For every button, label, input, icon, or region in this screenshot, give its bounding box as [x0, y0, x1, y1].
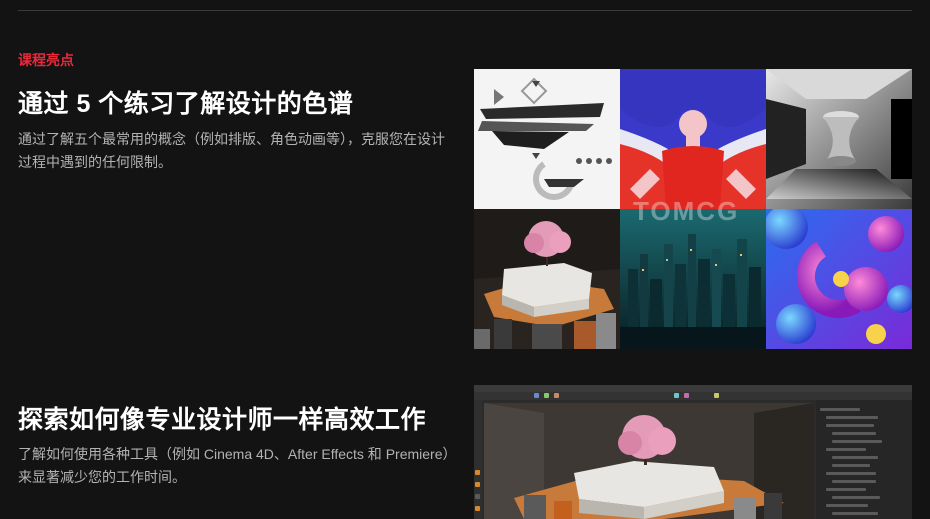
workflow-description: 了解如何使用各种工具（例如 Cinema 4D、After Effects 和 …: [18, 446, 457, 485]
watermark: TOMCG: [633, 196, 740, 226]
highlight-title: 通过 5 个练习了解设计的色谱: [18, 90, 354, 118]
artwork-figure-illustration: [620, 69, 766, 209]
software-screenshot: [474, 385, 912, 519]
top-divider: [18, 10, 912, 11]
app-menubar: [474, 385, 912, 392]
artwork-3d-spheres: [766, 209, 912, 349]
highlight-description: 通过了解五个最常用的概念（例如排版、角色动画等），克服您在设计过程中遇到的任何限…: [18, 131, 445, 170]
workflow-title: 探索如何像专业设计师一样高效工作: [18, 406, 427, 434]
app-object-manager: [816, 400, 912, 519]
artwork-abstract-brush: [474, 69, 620, 209]
app-3d-viewport: [484, 403, 814, 519]
section-label: 课程亮点: [18, 52, 74, 68]
app-tool-palette: [474, 400, 482, 519]
artwork-gradient-geometry: [766, 69, 912, 209]
artwork-city-skyline: [620, 209, 766, 349]
artwork-cherry-tree-scene: [474, 209, 620, 349]
app-toolbar: [474, 392, 912, 400]
